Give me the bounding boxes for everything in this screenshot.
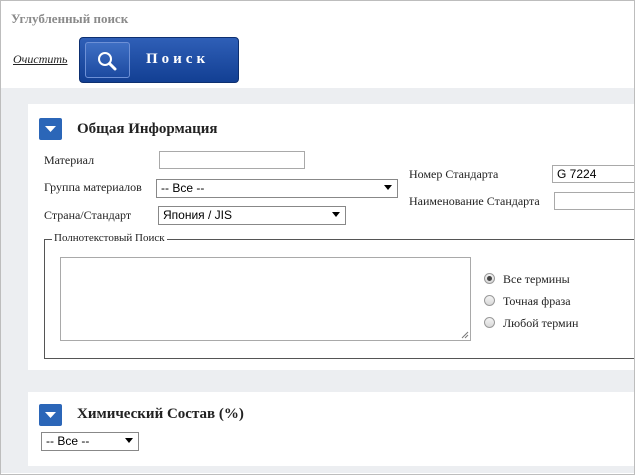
country-standard-value: Япония / JIS <box>163 208 233 222</box>
resize-grip-icon[interactable] <box>461 331 469 339</box>
radio-exact-phrase[interactable] <box>484 295 495 306</box>
general-info-panel: Общая Информация Материал Группа материа… <box>28 104 634 370</box>
chemical-collapse-toggle[interactable] <box>39 404 62 426</box>
material-group-label: Группа материалов <box>44 180 142 194</box>
chemical-select-value: -- Все -- <box>46 434 90 448</box>
chemical-select[interactable]: -- Все -- <box>41 432 139 451</box>
material-input[interactable] <box>159 151 305 169</box>
standard-name-input[interactable] <box>554 192 634 210</box>
chemical-composition-panel: Химический Состав (%) -- Все -- <box>28 392 634 466</box>
search-button[interactable]: Поиск <box>79 37 239 83</box>
search-icon-box <box>85 42 130 78</box>
radio-any-term[interactable] <box>484 317 495 328</box>
general-info-collapse-toggle[interactable] <box>39 118 62 140</box>
standard-name-label: Наименование Стандарта <box>409 194 540 208</box>
material-group-select[interactable]: -- Все -- <box>156 179 398 198</box>
page-title: Углубленный поиск <box>11 11 129 26</box>
material-group-value: -- Все -- <box>161 181 205 195</box>
standard-number-input[interactable] <box>552 165 634 183</box>
search-icon <box>98 52 117 71</box>
search-button-label: Поиск <box>146 51 210 67</box>
chevron-down-icon <box>45 412 56 418</box>
fulltext-legend: Полнотекстовый Поиск <box>52 232 167 244</box>
radio-all-terms-label: Все термины <box>503 272 570 286</box>
chevron-down-icon <box>384 185 392 190</box>
material-label: Материал <box>44 153 95 167</box>
radio-exact-phrase-label: Точная фраза <box>503 294 571 308</box>
radio-any-term-label: Любой термин <box>503 316 579 330</box>
chevron-down-icon <box>332 212 340 217</box>
fulltext-textarea[interactable] <box>60 257 471 341</box>
standard-number-label: Номер Стандарта <box>409 167 499 181</box>
country-standard-select[interactable]: Япония / JIS <box>158 206 346 225</box>
chemical-title: Химический Состав (%) <box>77 406 244 422</box>
radio-all-terms[interactable] <box>484 273 495 284</box>
general-info-title: Общая Информация <box>77 121 218 137</box>
chevron-down-icon <box>125 438 133 443</box>
clear-link[interactable]: Очистить <box>13 52 68 67</box>
chevron-down-icon <box>45 126 56 132</box>
country-standard-label: Страна/Стандарт <box>44 208 132 222</box>
